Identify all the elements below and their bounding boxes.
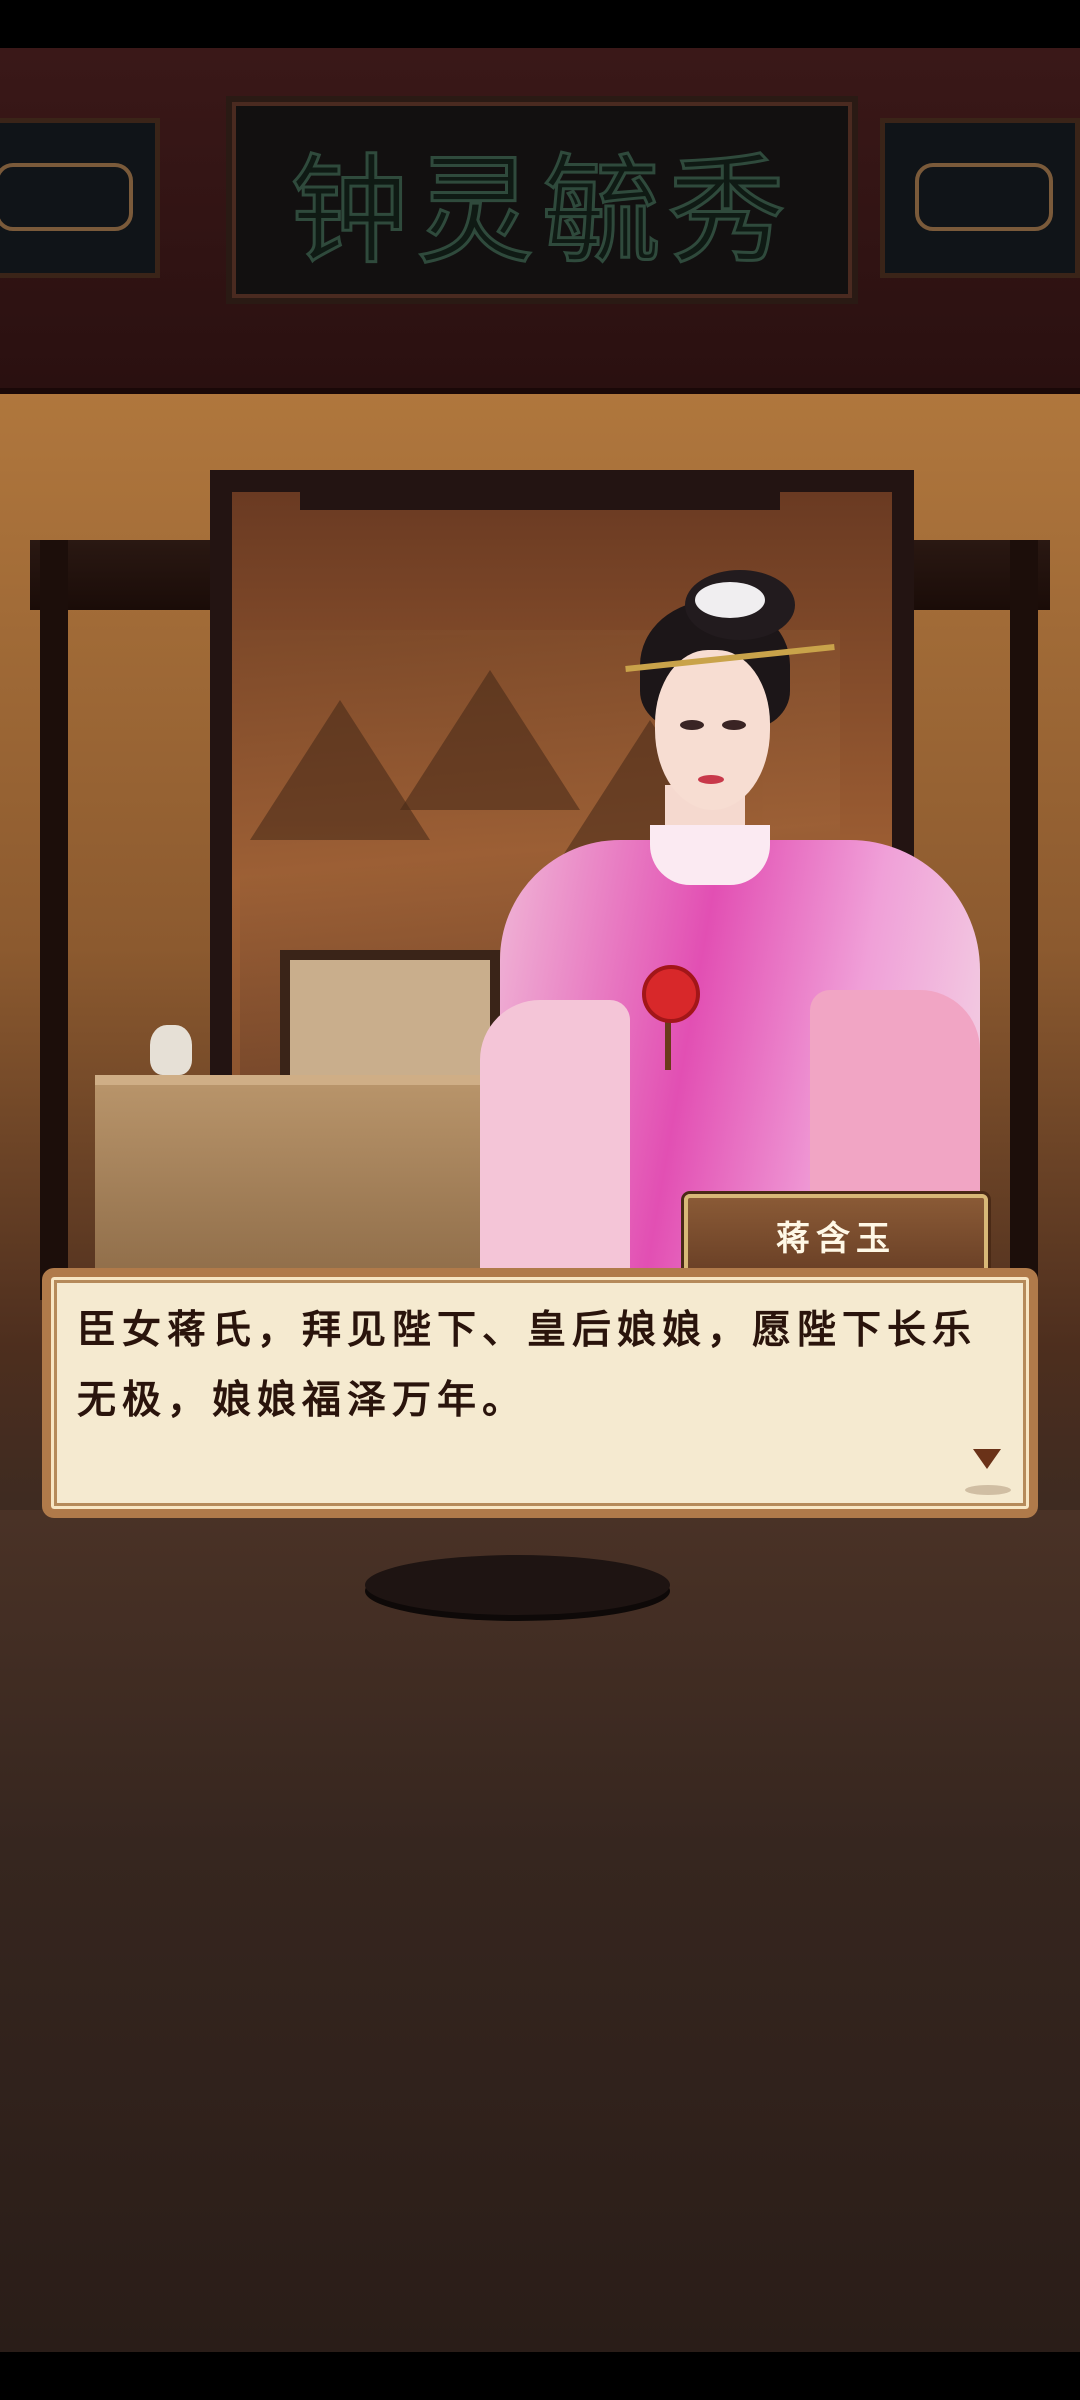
speaker-nameplate: 蒋含玉 [684, 1194, 988, 1276]
dialog-text: 臣女蒋氏，拜见陛下、皇后娘娘，愿陛下长乐无极，娘娘福泽万年。 [77, 1307, 978, 1423]
eye-left [680, 720, 704, 730]
hall-plaque: 钟灵毓秀 [226, 96, 858, 304]
dialog-box[interactable]: 臣女蒋氏，拜见陛下、皇后娘娘，愿陛下长乐无极，娘娘福泽万年。 [42, 1268, 1038, 1518]
pillar-right [1010, 540, 1038, 1300]
floor [0, 1510, 1080, 2352]
indicator-shadow [965, 1485, 1011, 1495]
speaker-name: 蒋含玉 [776, 1218, 896, 1259]
pillar-left [40, 540, 68, 1300]
character-portrait [480, 570, 980, 1270]
hair-ornament [695, 582, 765, 618]
game-scene[interactable]: 钟灵毓秀 蒋含玉 臣女蒋氏，拜见陛下、皇后娘娘，愿陛下长乐无极，娘娘福泽万年。 [0, 0, 1080, 2400]
status-bar [0, 0, 1080, 48]
plaque-text: 钟灵毓秀 [288, 140, 794, 281]
throne-chair [280, 950, 500, 1090]
round-fan [642, 965, 700, 1023]
banquet-table [95, 1075, 515, 1285]
left-window-panel [0, 118, 160, 278]
round-stand [365, 1555, 670, 1615]
sleeve-right [810, 990, 980, 1220]
triangle-down-icon[interactable] [973, 1449, 1001, 1469]
right-window-panel [880, 118, 1080, 278]
lips [698, 775, 724, 784]
navigation-bar [0, 2352, 1080, 2400]
eye-right [722, 720, 746, 730]
archway-top [300, 470, 780, 510]
collar [650, 825, 770, 885]
teapot [150, 1025, 192, 1075]
face [655, 650, 770, 810]
sleeve-left [480, 1000, 630, 1270]
